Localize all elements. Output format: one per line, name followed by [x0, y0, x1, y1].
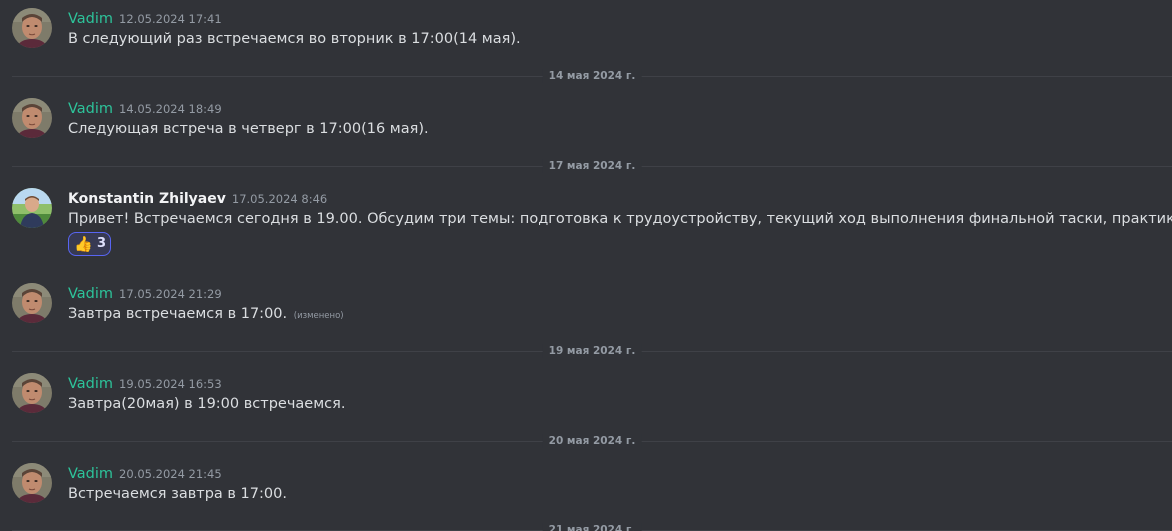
message-header: Vadim 12.05.2024 17:41 — [68, 8, 222, 28]
message-text: Встречаемся завтра в 17:00. — [68, 486, 287, 502]
chat-message-list: Vadim 12.05.2024 17:41 В следующий раз вс… — [0, 0, 1172, 531]
reaction-count: 3 — [97, 236, 107, 251]
reaction-button[interactable]: 👍 3 — [68, 232, 111, 256]
timestamp[interactable]: 17.05.2024 8:46 — [232, 192, 327, 206]
message-header: Konstantin Zhilyaev 17.05.2024 8:46 — [68, 188, 327, 208]
username[interactable]: Konstantin Zhilyaev — [68, 191, 226, 207]
message-header: Vadim 17.05.2024 21:29 — [68, 283, 222, 303]
message-item: Konstantin Zhilyaev 17.05.2024 8:46 Приве… — [0, 188, 1172, 260]
message-header: Vadim 20.05.2024 21:45 — [68, 463, 222, 483]
date-divider-label: 14 мая 2024 г. — [542, 69, 642, 83]
timestamp[interactable]: 17.05.2024 21:29 — [119, 287, 222, 301]
avatar[interactable] — [12, 283, 52, 323]
message-item: Vadim 12.05.2024 17:41 В следующий раз вс… — [0, 8, 1172, 52]
timestamp[interactable]: 12.05.2024 17:41 — [119, 12, 222, 26]
date-divider-label: 19 мая 2024 г. — [542, 344, 642, 358]
message-item: Vadim 19.05.2024 16:53 Завтра(20мая) в 19… — [0, 373, 1172, 417]
message-text: Завтра встречаемся в 17:00. (изменено) — [68, 304, 344, 326]
username[interactable]: Vadim — [68, 101, 113, 117]
timestamp[interactable]: 20.05.2024 21:45 — [119, 467, 222, 481]
avatar[interactable] — [12, 373, 52, 413]
message-text-body: Завтра встречаемся в 17:00. — [68, 306, 288, 322]
date-divider-label: 20 мая 2024 г. — [542, 434, 642, 448]
message-header: Vadim 14.05.2024 18:49 — [68, 98, 222, 118]
edited-marker[interactable]: (изменено) — [294, 311, 344, 321]
avatar[interactable] — [12, 188, 52, 228]
message-text: В следующий раз встречаемся во вторник в… — [68, 31, 521, 47]
message-text: Следующая встреча в четверг в 17:00(16 м… — [68, 121, 429, 137]
avatar[interactable] — [12, 463, 52, 503]
date-divider-label: 21 мая 2024 г. — [542, 523, 642, 531]
avatar[interactable] — [12, 8, 52, 48]
message-text: Завтра(20мая) в 19:00 встречаемся. — [68, 396, 346, 412]
avatar[interactable] — [12, 98, 52, 138]
date-divider: 14 мая 2024 г. — [12, 69, 1172, 83]
thumbs-up-icon: 👍 — [74, 235, 93, 253]
message-header: Vadim 19.05.2024 16:53 — [68, 373, 222, 393]
timestamp[interactable]: 14.05.2024 18:49 — [119, 102, 222, 116]
message-item: Vadim 20.05.2024 21:45 Встречаемся завтра… — [0, 463, 1172, 507]
date-divider: 19 мая 2024 г. — [12, 344, 1172, 358]
username[interactable]: Vadim — [68, 376, 113, 392]
username[interactable]: Vadim — [68, 466, 113, 482]
username[interactable]: Vadim — [68, 286, 113, 302]
message-item: Vadim 17.05.2024 21:29 Завтра встречаемся… — [0, 283, 1172, 327]
date-divider: 17 мая 2024 г. — [12, 159, 1172, 173]
timestamp[interactable]: 19.05.2024 16:53 — [119, 377, 222, 391]
username[interactable]: Vadim — [68, 11, 113, 27]
message-text: Привет! Встречаемся сегодня в 19.00. Обс… — [68, 211, 1172, 227]
date-divider: 20 мая 2024 г. — [12, 434, 1172, 448]
message-item: Vadim 14.05.2024 18:49 Следующая встреча … — [0, 98, 1172, 142]
date-divider-label: 17 мая 2024 г. — [542, 159, 642, 173]
